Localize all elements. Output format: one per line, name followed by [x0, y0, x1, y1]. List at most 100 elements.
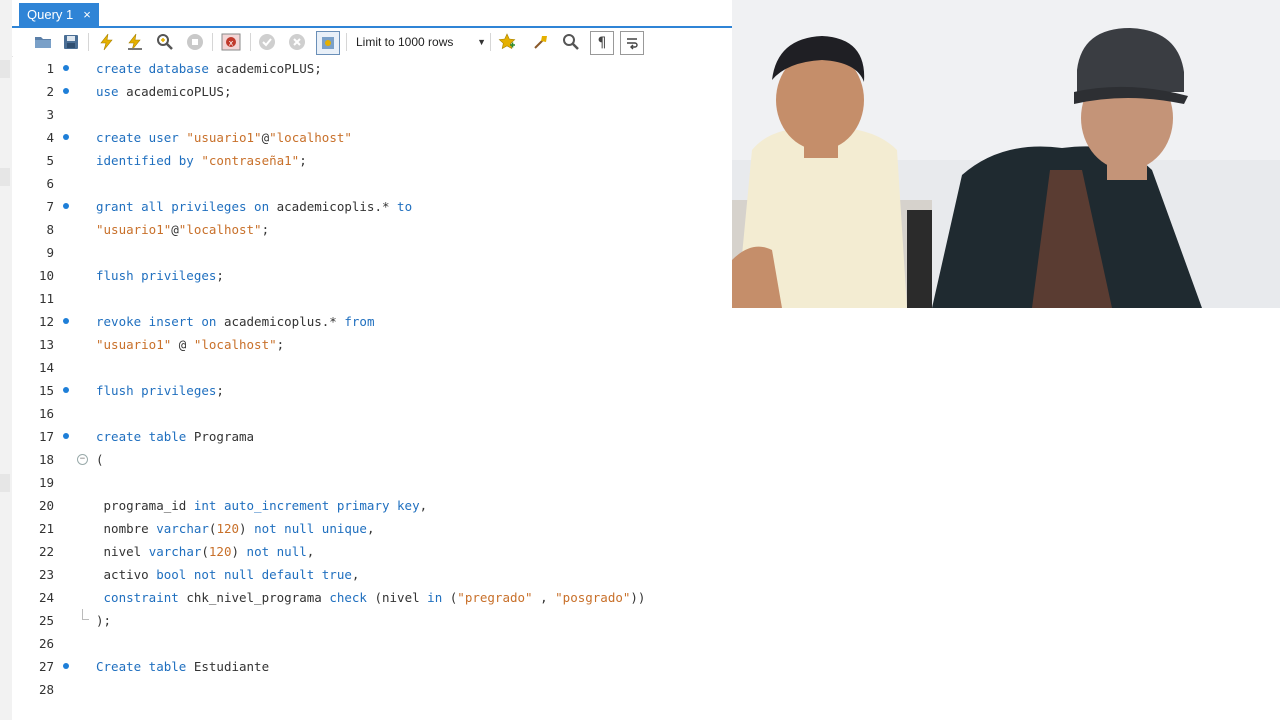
- code-line[interactable]: 9: [12, 241, 732, 264]
- statement-marker-icon: [63, 433, 69, 439]
- code-text: "usuario1" @ "localhost";: [96, 333, 284, 356]
- code-token: create table: [96, 429, 187, 444]
- code-token: ,: [366, 521, 375, 536]
- svg-text:x: x: [229, 39, 234, 48]
- line-number: 21: [38, 521, 54, 536]
- fold-end-icon: [82, 609, 89, 620]
- favorite-icon[interactable]: [496, 31, 518, 53]
- code-line[interactable]: 27 Create table Estudiante: [12, 655, 732, 678]
- code-token: (: [201, 544, 209, 559]
- code-line[interactable]: 4 create user "usuario1"@"localhost": [12, 126, 732, 149]
- code-line[interactable]: 2 use academicoPLUS;: [12, 80, 732, 103]
- code-line[interactable]: 20 programa_id int auto_increment primar…: [12, 494, 732, 517]
- save-icon[interactable]: [60, 31, 82, 53]
- code-token: ,: [351, 567, 360, 582]
- code-token: "usuario1": [96, 337, 172, 352]
- code-token: "usuario1": [178, 130, 262, 145]
- statement-marker-icon: [63, 318, 69, 324]
- wrap-icon[interactable]: [620, 31, 644, 55]
- code-text: nombre varchar(120) not null unique,: [96, 517, 375, 540]
- code-line[interactable]: 28: [12, 678, 732, 701]
- commit-icon[interactable]: [256, 31, 278, 53]
- code-line[interactable]: 1 create database academicoPLUS;: [12, 57, 732, 80]
- code-line[interactable]: 25);: [12, 609, 732, 632]
- code-line[interactable]: 11: [12, 287, 732, 310]
- code-token: chk_nivel_programa: [178, 590, 330, 605]
- fold-collapse-icon[interactable]: −: [77, 454, 88, 465]
- open-folder-icon[interactable]: [32, 31, 54, 53]
- code-line[interactable]: 26: [12, 632, 732, 655]
- code-line[interactable]: 8 "usuario1"@"localhost";: [12, 218, 732, 241]
- close-icon[interactable]: ×: [83, 3, 91, 26]
- code-line[interactable]: 19: [12, 471, 732, 494]
- code-token: Estudiante: [186, 659, 270, 674]
- explain-icon[interactable]: [154, 31, 176, 53]
- code-text: );: [96, 609, 111, 632]
- code-token: not null: [246, 544, 307, 559]
- code-line[interactable]: 12 revoke insert on academicoplus.* from: [12, 310, 732, 333]
- code-line[interactable]: 6: [12, 172, 732, 195]
- code-text: programa_id int auto_increment primary k…: [96, 494, 428, 517]
- toolbar-separator: [250, 33, 251, 51]
- code-text: Create table Estudiante: [96, 655, 269, 678]
- code-line[interactable]: 23 activo bool not null default true,: [12, 563, 732, 586]
- sql-editor[interactable]: 1 create database academicoPLUS; 2 use acad…: [12, 57, 732, 720]
- code-token: "contraseña1": [193, 153, 300, 168]
- line-number: 26: [38, 636, 54, 651]
- autocommit-icon[interactable]: [316, 31, 340, 55]
- code-line[interactable]: 14: [12, 356, 732, 379]
- limit-rows-select[interactable]: Limit to 1000 rows ▼: [352, 32, 490, 52]
- code-line[interactable]: 13 "usuario1" @ "localhost";: [12, 333, 732, 356]
- statement-marker-icon: [63, 387, 69, 393]
- code-line[interactable]: 17 create table Programa: [12, 425, 732, 448]
- invisible-chars-icon[interactable]: ¶: [590, 31, 614, 55]
- limit-rows-label: Limit to 1000 rows: [356, 35, 454, 49]
- code-line[interactable]: 5 identified by "contraseña1";: [12, 149, 732, 172]
- code-token: ,: [419, 498, 428, 513]
- beautify-icon[interactable]: [530, 31, 552, 53]
- code-token: flush privileges: [96, 383, 217, 398]
- rollback-icon[interactable]: [286, 31, 308, 53]
- code-token: varchar: [156, 521, 209, 536]
- statement-marker-icon: [63, 65, 69, 71]
- code-line[interactable]: 10 flush privileges;: [12, 264, 732, 287]
- line-number: 28: [38, 682, 54, 697]
- code-text: revoke insert on academicoplus.* from: [96, 310, 374, 333]
- execute-cursor-icon[interactable]: [124, 31, 146, 53]
- line-number: 4: [46, 130, 54, 145]
- code-text: constraint chk_nivel_programa check (niv…: [96, 586, 646, 609]
- toolbar-separator: [88, 33, 89, 51]
- code-token: "usuario1": [96, 222, 172, 237]
- execute-icon[interactable]: [96, 31, 118, 53]
- code-line[interactable]: 24 constraint chk_nivel_programa check (…: [12, 586, 732, 609]
- code-token: @: [261, 130, 270, 145]
- code-line[interactable]: 3: [12, 103, 732, 126]
- code-line[interactable]: 15 flush privileges;: [12, 379, 732, 402]
- code-token: check: [329, 590, 367, 605]
- line-number: 23: [38, 567, 54, 582]
- line-number: 18: [38, 452, 54, 467]
- tab-query-1[interactable]: Query 1 ×: [19, 3, 99, 26]
- code-text: nivel varchar(120) not null,: [96, 540, 315, 563]
- code-token: academicoplus.*: [216, 314, 337, 329]
- code-token: );: [96, 613, 112, 628]
- code-line[interactable]: 21 nombre varchar(120) not null unique,: [12, 517, 732, 540]
- code-token: from: [336, 314, 375, 329]
- stop-icon[interactable]: [184, 31, 206, 53]
- code-token: not null unique: [254, 521, 367, 536]
- code-line[interactable]: 22 nivel varchar(120) not null,: [12, 540, 732, 563]
- find-icon[interactable]: [560, 31, 582, 53]
- line-number: 6: [46, 176, 54, 191]
- toggle-error-icon[interactable]: x: [220, 31, 242, 53]
- sql-editor-toolbar: x Limit to 1000 rows ▼ ¶: [12, 28, 732, 56]
- line-number: 17: [38, 429, 54, 444]
- code-text: grant all privileges on academicoplis.* …: [96, 195, 412, 218]
- code-text: create user "usuario1"@"localhost": [96, 126, 352, 149]
- code-token: create database: [96, 61, 209, 76]
- code-line[interactable]: 16: [12, 402, 732, 425]
- code-line[interactable]: 18 −(: [12, 448, 732, 471]
- code-token: "pregrado": [457, 590, 533, 605]
- code-token: ;: [261, 222, 270, 237]
- code-token: constraint: [103, 590, 179, 605]
- code-line[interactable]: 7 grant all privileges on academicoplis.*…: [12, 195, 732, 218]
